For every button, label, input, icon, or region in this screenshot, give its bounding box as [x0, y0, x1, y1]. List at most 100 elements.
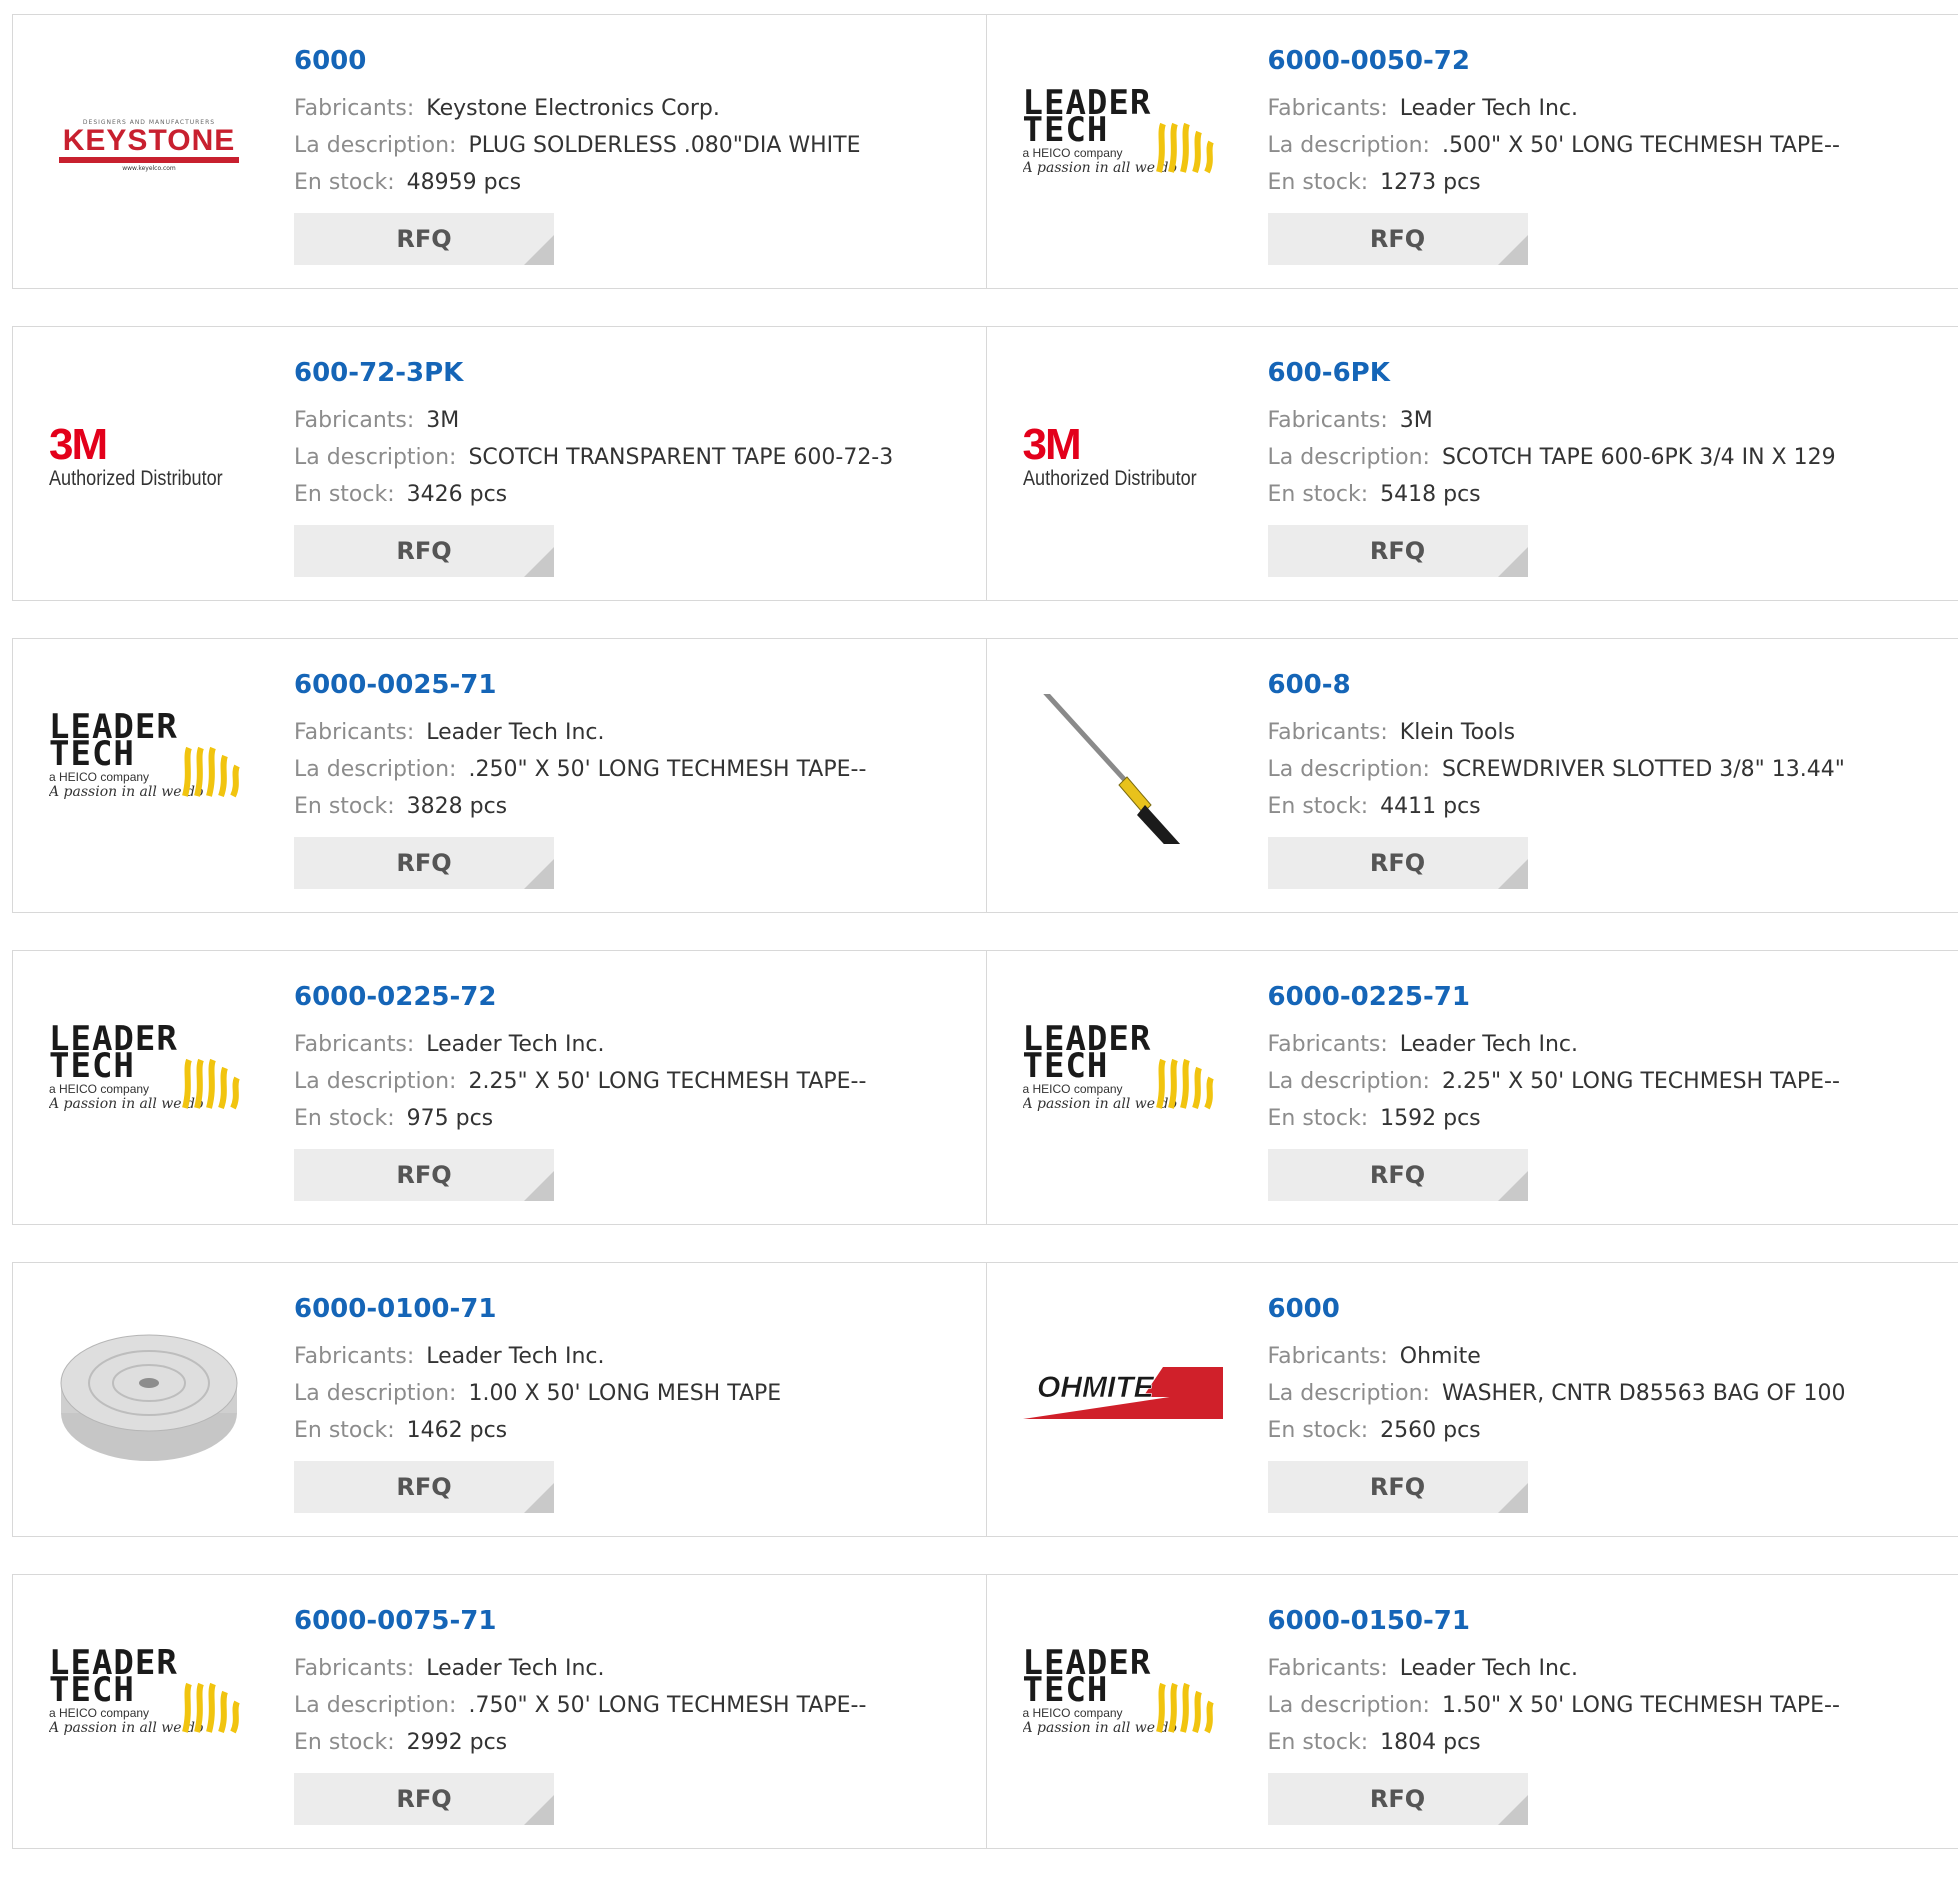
- manufacturer-value: 3M: [1400, 408, 1433, 433]
- product-image[interactable]: OHMITE: [1023, 1318, 1223, 1468]
- manufacturer-label: Fabricants:: [294, 1344, 414, 1369]
- part-number-link[interactable]: 6000: [294, 45, 974, 77]
- 3m-logo-mark: 3M: [1023, 423, 1223, 467]
- stock-row: En stock:1273 pcs: [1268, 164, 1948, 201]
- description-label: La description:: [294, 1381, 456, 1406]
- product-image[interactable]: LEADER TECH a HEICO company A passion in…: [49, 1006, 249, 1156]
- keystone-logo-url: www.keyelco.com: [49, 165, 249, 172]
- product-info: 6000-0225-71Fabricants:Leader Tech Inc.L…: [1268, 981, 1948, 1201]
- description-label: La description:: [294, 133, 456, 158]
- part-number-link[interactable]: 600-72-3PK: [294, 357, 974, 389]
- rfq-button[interactable]: RFQ: [1268, 1773, 1528, 1825]
- product-image[interactable]: LEADER TECH a HEICO company A passion in…: [1023, 1006, 1223, 1156]
- description-row: La description:SCREWDRIVER SLOTTED 3/8" …: [1268, 751, 1948, 788]
- rfq-button-label: RFQ: [1370, 1785, 1425, 1813]
- product-info: 6000-0075-71Fabricants:Leader Tech Inc.L…: [294, 1605, 974, 1825]
- description-row: La description: 2.25" X 50' LONG TECHMESH…: [294, 1063, 974, 1100]
- product-row: LEADER TECH a HEICO company A passion in…: [12, 950, 1958, 1225]
- part-number-link[interactable]: 6000-0225-72: [294, 981, 974, 1013]
- description-label: La description:: [294, 445, 456, 470]
- part-number-link[interactable]: 6000-0050-72: [1268, 45, 1948, 77]
- rfq-button[interactable]: RFQ: [294, 1773, 554, 1825]
- description-row: La description:1.00 X 50' LONG MESH TAPE: [294, 1375, 974, 1412]
- manufacturer-label: Fabricants:: [1268, 96, 1388, 121]
- description-label: La description:: [294, 757, 456, 782]
- manufacturer-row: Fabricants:3M: [1268, 402, 1948, 439]
- product-image[interactable]: [49, 1318, 249, 1468]
- corner-triangle-icon: [1498, 1795, 1528, 1825]
- rfq-button[interactable]: RFQ: [1268, 525, 1528, 577]
- manufacturer-label: Fabricants:: [294, 408, 414, 433]
- product-card: LEADER TECH a HEICO company A passion in…: [13, 639, 986, 912]
- stock-row: En stock:1804 pcs: [1268, 1724, 1948, 1761]
- stock-value: 2992 pcs: [407, 1730, 508, 1755]
- product-image[interactable]: 3M Authorized Distributor: [49, 382, 249, 532]
- rfq-button[interactable]: RFQ: [294, 1461, 554, 1513]
- manufacturer-row: Fabricants:Leader Tech Inc.: [294, 1026, 974, 1063]
- part-number-link[interactable]: 6000-0100-71: [294, 1293, 974, 1325]
- rfq-button[interactable]: RFQ: [294, 213, 554, 265]
- product-image[interactable]: [1023, 694, 1223, 844]
- part-number-link[interactable]: 600-8: [1268, 669, 1948, 701]
- product-card: LEADER TECH a HEICO company A passion in…: [986, 951, 1958, 1224]
- leader-tech-logo: LEADER TECH a HEICO company A passion in…: [49, 1650, 249, 1760]
- product-image[interactable]: LEADER TECH a HEICO company A passion in…: [1023, 70, 1223, 220]
- stock-label: En stock:: [1268, 482, 1369, 507]
- product-card: 3M Authorized Distributor 600-6PK Fabrica…: [986, 327, 1958, 600]
- stock-label: En stock:: [294, 794, 395, 819]
- description-row: La description:.750" X 50' LONG TECHMESH…: [294, 1687, 974, 1724]
- product-card: 3M Authorized Distributor 600-72-3PK Fabr…: [13, 327, 986, 600]
- part-number-link[interactable]: 6000-0150-71: [1268, 1605, 1948, 1637]
- 3m-logo: 3M Authorized Distributor: [1023, 423, 1223, 491]
- rfq-button[interactable]: RFQ: [1268, 837, 1528, 889]
- manufacturer-value: Leader Tech Inc.: [426, 1344, 604, 1369]
- part-number-link[interactable]: 6000-0075-71: [294, 1605, 974, 1637]
- rfq-button[interactable]: RFQ: [1268, 213, 1528, 265]
- mesh-tape-image: [49, 1318, 249, 1468]
- part-number-link[interactable]: 6000-0225-71: [1268, 981, 1948, 1013]
- rfq-button[interactable]: RFQ: [294, 525, 554, 577]
- description-row: La description: PLUG SOLDERLESS .080"DIA …: [294, 127, 974, 164]
- rfq-button[interactable]: RFQ: [1268, 1149, 1528, 1201]
- 3m-logo-mark: 3M: [49, 423, 249, 467]
- product-image[interactable]: DESIGNERS AND MANUFACTURERS KEYSTONE www…: [49, 70, 249, 220]
- product-row: LEADER TECH a HEICO company A passion in…: [12, 1574, 1958, 1849]
- product-image[interactable]: LEADER TECH a HEICO company A passion in…: [49, 694, 249, 844]
- stock-label: En stock:: [1268, 170, 1369, 195]
- rfq-button-label: RFQ: [1370, 1473, 1425, 1501]
- stock-label: En stock:: [1268, 1106, 1369, 1131]
- product-image[interactable]: LEADER TECH a HEICO company A passion in…: [49, 1630, 249, 1780]
- product-info: 6000-0050-72Fabricants:Leader Tech Inc.L…: [1268, 45, 1948, 265]
- description-row: La description: .250" X 50' LONG TECHMESH…: [294, 751, 974, 788]
- leader-tech-mark-icon: [181, 744, 245, 800]
- stock-row: En stock: 3828 pcs: [294, 788, 974, 825]
- description-label: La description:: [1268, 1693, 1430, 1718]
- stock-value: 3828 pcs: [407, 794, 508, 819]
- manufacturer-row: Fabricants:Leader Tech Inc.: [1268, 1650, 1948, 1687]
- description-value: 2.25" X 50' LONG TECHMESH TAPE--: [468, 1069, 866, 1094]
- description-row: La description:.500" X 50' LONG TECHMESH…: [1268, 127, 1948, 164]
- description-value: PLUG SOLDERLESS .080"DIA WHITE: [468, 133, 860, 158]
- 3m-logo: 3M Authorized Distributor: [49, 423, 249, 491]
- part-number-link[interactable]: 600-6PK: [1268, 357, 1948, 389]
- rfq-button-label: RFQ: [396, 537, 451, 565]
- stock-value: 5418 pcs: [1380, 482, 1481, 507]
- part-number-link[interactable]: 6000-0025-71: [294, 669, 974, 701]
- manufacturer-value: Leader Tech Inc.: [1400, 1032, 1578, 1057]
- rfq-button[interactable]: RFQ: [294, 1149, 554, 1201]
- rfq-button[interactable]: RFQ: [294, 837, 554, 889]
- description-label: La description:: [294, 1069, 456, 1094]
- stock-row: En stock:3426 pcs: [294, 476, 974, 513]
- part-number-link[interactable]: 6000: [1268, 1293, 1948, 1325]
- product-info: 6000-0225-72Fabricants:Leader Tech Inc.L…: [294, 981, 974, 1201]
- stock-value: 1592 pcs: [1380, 1106, 1481, 1131]
- corner-triangle-icon: [524, 235, 554, 265]
- stock-row: En stock:48959 pcs: [294, 164, 974, 201]
- manufacturer-label: Fabricants:: [1268, 1656, 1388, 1681]
- description-value: .250" X 50' LONG TECHMESH TAPE--: [468, 757, 866, 782]
- product-image[interactable]: LEADER TECH a HEICO company A passion in…: [1023, 1630, 1223, 1780]
- manufacturer-value: Ohmite: [1400, 1344, 1481, 1369]
- product-info: 6000-0100-71 Fabricants: Leader Tech Inc. L…: [294, 1293, 974, 1513]
- product-image[interactable]: 3M Authorized Distributor: [1023, 382, 1223, 532]
- rfq-button[interactable]: RFQ: [1268, 1461, 1528, 1513]
